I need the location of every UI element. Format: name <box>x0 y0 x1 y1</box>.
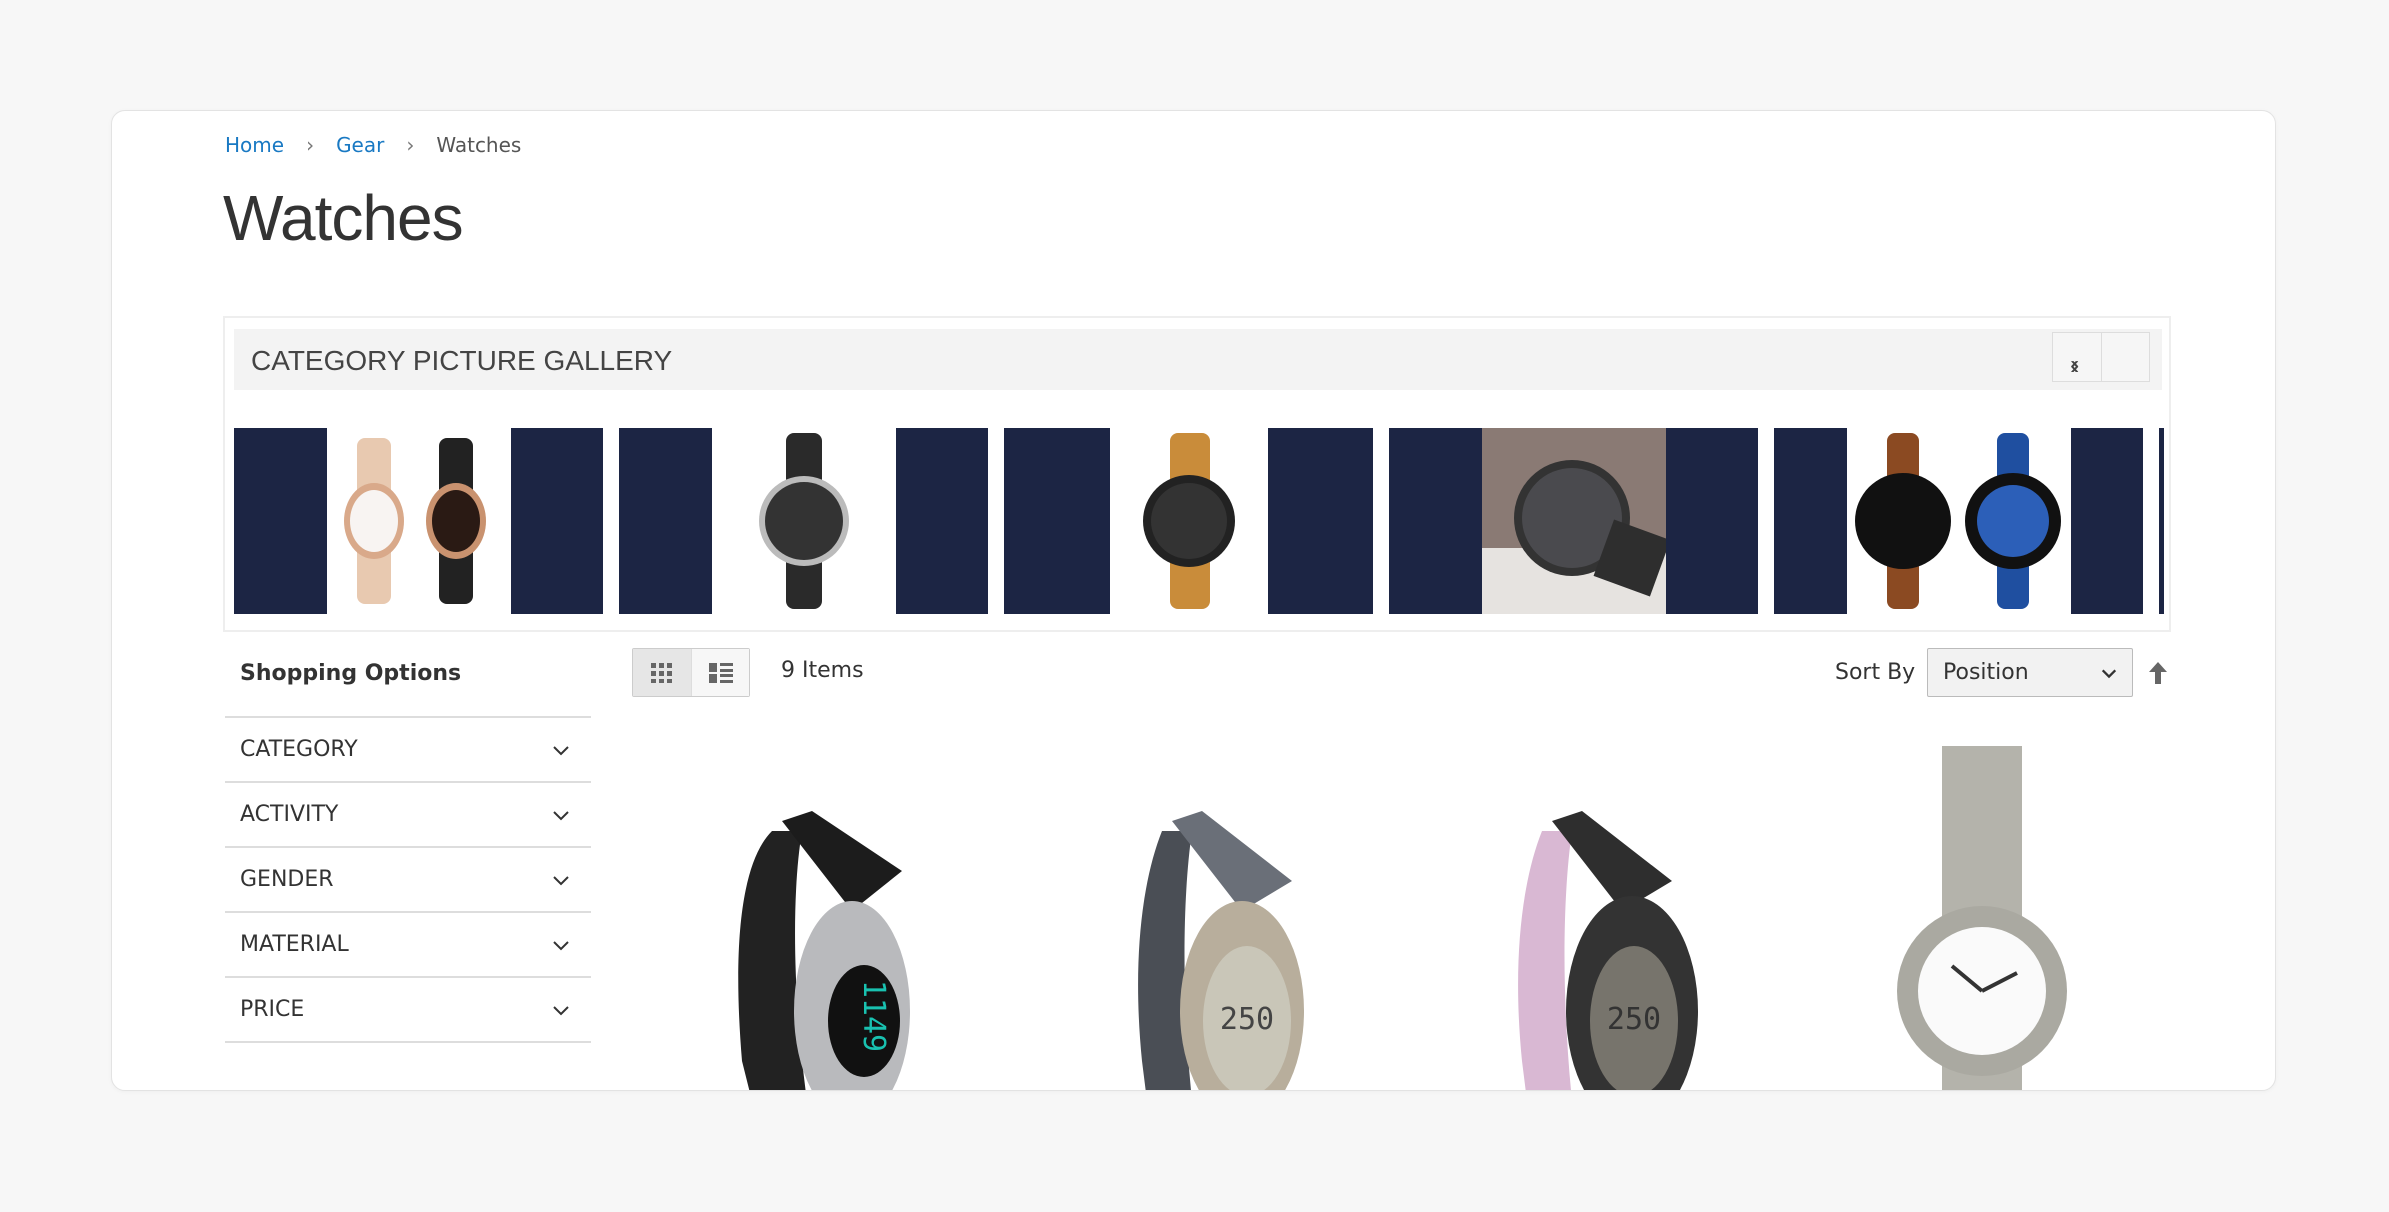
product-image[interactable]: 250 <box>1412 741 1772 1091</box>
list-view-button[interactable] <box>691 649 749 696</box>
watch-image <box>711 428 896 614</box>
filter-category[interactable]: CATEGORY <box>225 718 591 783</box>
filter-label: CATEGORY <box>240 737 358 762</box>
grid-view-button[interactable] <box>633 649 691 696</box>
page-card: Home › Gear › Watches Watches CATEGORY P… <box>111 110 2276 1091</box>
breadcrumb-current: Watches <box>436 133 522 157</box>
gallery-title: CATEGORY PICTURE GALLERY <box>251 345 673 376</box>
watch-image <box>1109 428 1268 614</box>
sort-select[interactable]: Position <box>1927 648 2133 697</box>
chevron-down-icon <box>2101 669 2117 678</box>
view-mode-switcher <box>632 648 750 697</box>
watch-image <box>326 428 511 614</box>
breadcrumb-separator-icon: › <box>306 133 315 157</box>
breadcrumb-home[interactable]: Home <box>225 133 284 157</box>
breadcrumb-separator-icon: › <box>406 133 415 157</box>
gallery-slide[interactable] <box>234 428 603 614</box>
chevron-down-icon <box>553 1005 569 1015</box>
product-image[interactable]: 1149 <box>642 741 1002 1091</box>
watch-image <box>1481 428 1666 614</box>
filter-label: PRICE <box>240 997 305 1022</box>
watch-image <box>1846 428 2071 614</box>
grid-icon <box>651 662 672 683</box>
breadcrumb-gear[interactable]: Gear <box>336 133 384 157</box>
filter-price[interactable]: PRICE <box>225 978 591 1043</box>
gallery-slide[interactable] <box>619 428 988 614</box>
svg-text:250: 250 <box>1220 1002 1274 1037</box>
gallery-next-button[interactable]: › <box>2070 333 2149 381</box>
filter-activity[interactable]: ACTIVITY <box>225 783 591 848</box>
filter-label: GENDER <box>240 867 334 892</box>
breadcrumb: Home › Gear › Watches <box>225 133 521 157</box>
gallery-slide[interactable] <box>1774 428 2143 614</box>
chevron-down-icon <box>553 940 569 950</box>
chevron-right-icon: › <box>2070 349 2080 380</box>
category-picture-gallery: CATEGORY PICTURE GALLERY ‹ › <box>223 316 2171 632</box>
svg-text:1149: 1149 <box>856 980 891 1052</box>
product-image[interactable]: 250 <box>1032 741 1392 1091</box>
filter-material[interactable]: MATERIAL <box>225 913 591 978</box>
list-icon <box>708 662 733 683</box>
svg-text:250: 250 <box>1607 1002 1661 1037</box>
gallery-nav: ‹ › <box>2052 332 2150 382</box>
item-count: 9 Items <box>781 658 864 683</box>
chevron-down-icon <box>553 810 569 820</box>
arrow-up-icon[interactable] <box>2148 661 2168 685</box>
gallery-slide[interactable] <box>1389 428 1758 614</box>
page-title: Watches <box>223 182 464 254</box>
chevron-down-icon <box>553 875 569 885</box>
sort-value: Position <box>1943 660 2029 685</box>
gallery-slide[interactable] <box>2159 428 2164 614</box>
filter-gender[interactable]: GENDER <box>225 848 591 913</box>
chevron-down-icon <box>553 745 569 755</box>
gallery-slide[interactable] <box>1004 428 1373 614</box>
sort-by-label: Sort By <box>1835 660 1916 685</box>
filter-list: CATEGORY ACTIVITY GENDER MATERIAL PRICE <box>225 716 591 1043</box>
filter-label: ACTIVITY <box>240 802 339 827</box>
filter-label: MATERIAL <box>240 932 349 957</box>
gallery-slides <box>234 428 2164 614</box>
gallery-header: CATEGORY PICTURE GALLERY ‹ › <box>234 329 2162 390</box>
shopping-options-title: Shopping Options <box>240 661 462 686</box>
product-image[interactable] <box>1802 741 2162 1091</box>
